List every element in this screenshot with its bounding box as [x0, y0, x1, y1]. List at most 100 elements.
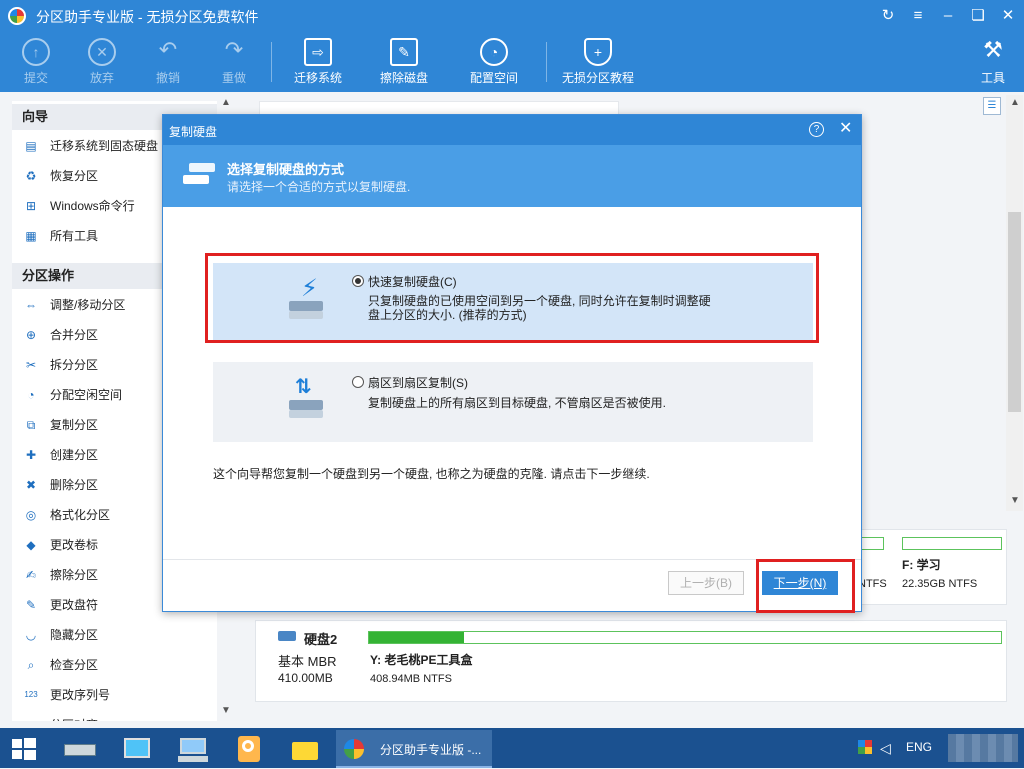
sidebar-item-serial[interactable]: 123 更改序列号 [12, 680, 217, 710]
taskbar-app-label: 分区助手专业版 -... [380, 743, 482, 757]
pie-icon: ◔ [27, 388, 35, 402]
sector-copy-desc: 复制硬盘上的所有扇区到目标硬盘, 不管扇区是否被使用. [368, 396, 667, 410]
next-highlight-box [756, 559, 855, 613]
memory-chip-icon[interactable] [56, 732, 104, 766]
wipe-disk-button[interactable]: ✎ 擦除磁盘 [374, 32, 434, 92]
align-icon: ≡ [24, 718, 38, 721]
sidebar-item-label: 复制分区 [50, 418, 99, 432]
scroll-down-icon[interactable]: ▼ [1010, 495, 1020, 506]
sidebar-item-label: 迁移系统到固态硬盘 [50, 139, 159, 153]
keyboard-computer-icon[interactable] [168, 732, 216, 766]
toolbar: ↑ 提交 ✕ 放弃 ↶ 撤销 ↷ 重做 ⇨ 迁移系统 ✎ 擦除磁盘 ◔ 配置空间… [0, 32, 1024, 92]
back-button[interactable]: 上一步(B) [668, 571, 744, 595]
broom-icon: ✍ [25, 568, 37, 582]
sidebar-item-align[interactable]: ≡ 分区对齐 [12, 710, 217, 721]
sidebar-item-label: 擦除分区 [50, 568, 99, 582]
undo-button[interactable]: ↶ 撤销 [146, 32, 190, 92]
partition-y-size: 408.94MB NTFS [370, 673, 452, 685]
sidebar-item-label: 检查分区 [50, 658, 99, 672]
format-icon: ◎ [25, 508, 37, 522]
disk-icon: ▤ [25, 139, 37, 153]
discard-button[interactable]: ✕ 放弃 [80, 32, 124, 92]
resize-icon: ⇔ [25, 298, 37, 312]
sidebar-item-label: 合并分区 [50, 328, 99, 342]
disk2-panel[interactable]: 硬盘2 基本 MBR 410.00MB Y: 老毛桃PE工具盒 408.94MB… [255, 620, 1007, 702]
minimize-button[interactable]: – [938, 6, 958, 26]
sidebar-item-label: 格式化分区 [50, 508, 111, 522]
search-icon: ⌕ [27, 658, 35, 672]
highlight-box [205, 253, 819, 343]
close-button[interactable]: ✕ [998, 6, 1018, 26]
taskbar-active-app[interactable]: 分区助手专业版 -... [336, 730, 492, 768]
refresh-icon[interactable]: ↻ [878, 6, 898, 26]
windows-icon: ⊞ [25, 199, 37, 213]
migrate-os-label: 迁移系统 [293, 71, 342, 85]
alloc-space-button[interactable]: ◔ 配置空间 [464, 32, 524, 92]
partition-f-size: 22.35GB NTFS [902, 578, 978, 590]
volume-icon[interactable]: ◁ [880, 740, 891, 757]
sidebar-item-label: 所有工具 [50, 229, 99, 243]
dialog-title-bar: 复制硬盘 ? ✕ [163, 115, 861, 145]
tutorial-button[interactable]: + 无损分区教程 [558, 32, 638, 92]
redo-button[interactable]: ↷ 重做 [212, 32, 256, 92]
partition-f-bar[interactable] [902, 537, 1002, 550]
partition-f-label: F: 学习 [902, 558, 941, 572]
tutorial-label: 无损分区教程 [561, 71, 634, 85]
app-logo-icon [8, 7, 26, 25]
commit-label: 提交 [23, 71, 48, 85]
search-magnifier-icon[interactable] [224, 732, 272, 766]
wipe-disk-icon: ✎ [390, 38, 418, 66]
sector-copy-option[interactable]: ⇅ 扇区到扇区复制(S) 复制硬盘上的所有扇区到目标硬盘, 不管扇区是否被使用. [213, 362, 813, 442]
menu-icon[interactable]: ≡ [908, 6, 928, 26]
network-computer-icon[interactable] [112, 732, 160, 766]
sector-copy-icon: ⇅ [287, 374, 327, 420]
sidebar-item-label: 删除分区 [50, 478, 99, 492]
sector-copy-radio[interactable] [352, 376, 364, 388]
sidebar-item-label: 创建分区 [50, 448, 99, 462]
sidebar-item-hide[interactable]: ◡ 隐藏分区 [12, 620, 217, 650]
disk2-type: 基本 MBR [278, 654, 337, 669]
disk1-partitions: NTFS F: 学习 22.35GB NTFS [845, 529, 1007, 605]
migrate-os-button[interactable]: ⇨ 迁移系统 [288, 32, 348, 92]
wrench-icon: ⚒ [983, 37, 1003, 62]
discard-label: 放弃 [89, 71, 114, 85]
sidebar-item-label: Windows命令行 [50, 199, 135, 213]
app-logo-icon [344, 739, 364, 759]
dialog-subheading: 请选择一个合适的方式以复制硬盘. [227, 180, 411, 194]
wipe-disk-label: 擦除磁盘 [379, 71, 428, 85]
sidebar-item-label: 更改卷标 [50, 538, 99, 552]
partition-y-label: Y: 老毛桃PE工具盒 [370, 653, 473, 667]
sidebar-item-label: 拆分分区 [50, 358, 99, 372]
tools-label: 工具 [980, 71, 1005, 85]
shield-icon: + [584, 38, 612, 66]
sidebar-item-label: 更改盘符 [50, 598, 99, 612]
dialog-close-icon[interactable]: ✕ [839, 120, 852, 138]
folder-icon[interactable] [280, 732, 328, 766]
partition-y-bar[interactable] [368, 631, 1002, 644]
help-icon[interactable]: ? [809, 122, 824, 137]
alloc-space-label: 配置空间 [469, 71, 518, 85]
view-toggle-icon[interactable]: ☰ [983, 97, 1001, 115]
tray-app-icon[interactable] [858, 740, 872, 754]
scroll-down-icon[interactable]: ▼ [221, 705, 231, 716]
start-button[interactable] [0, 732, 48, 766]
tools-button[interactable]: ⚒ 工具 [972, 32, 1014, 92]
sidebar-item-check[interactable]: ⌕ 检查分区 [12, 650, 217, 680]
scroll-up-icon[interactable]: ▲ [1010, 97, 1020, 108]
redo-icon: ↷ [224, 37, 244, 62]
language-indicator[interactable]: ENG [906, 740, 932, 754]
disk-icon [278, 631, 296, 641]
scroll-up-icon[interactable]: ▲ [221, 97, 231, 108]
scroll-thumb[interactable] [1008, 212, 1021, 412]
clock-blurred[interactable] [948, 734, 1018, 762]
migrate-disk-icon: ⇨ [304, 38, 332, 66]
copy-icon: ⧉ [26, 418, 36, 432]
copy-disk-icon [183, 163, 215, 185]
recover-icon: ♻ [25, 169, 37, 183]
restore-button[interactable]: ❏ [968, 6, 988, 26]
toolbar-divider [546, 42, 547, 82]
commit-button[interactable]: ↑ 提交 [14, 32, 58, 92]
redo-label: 重做 [221, 71, 246, 85]
merge-icon: ⊕ [25, 328, 37, 342]
dialog-title: 复制硬盘 [169, 125, 218, 139]
